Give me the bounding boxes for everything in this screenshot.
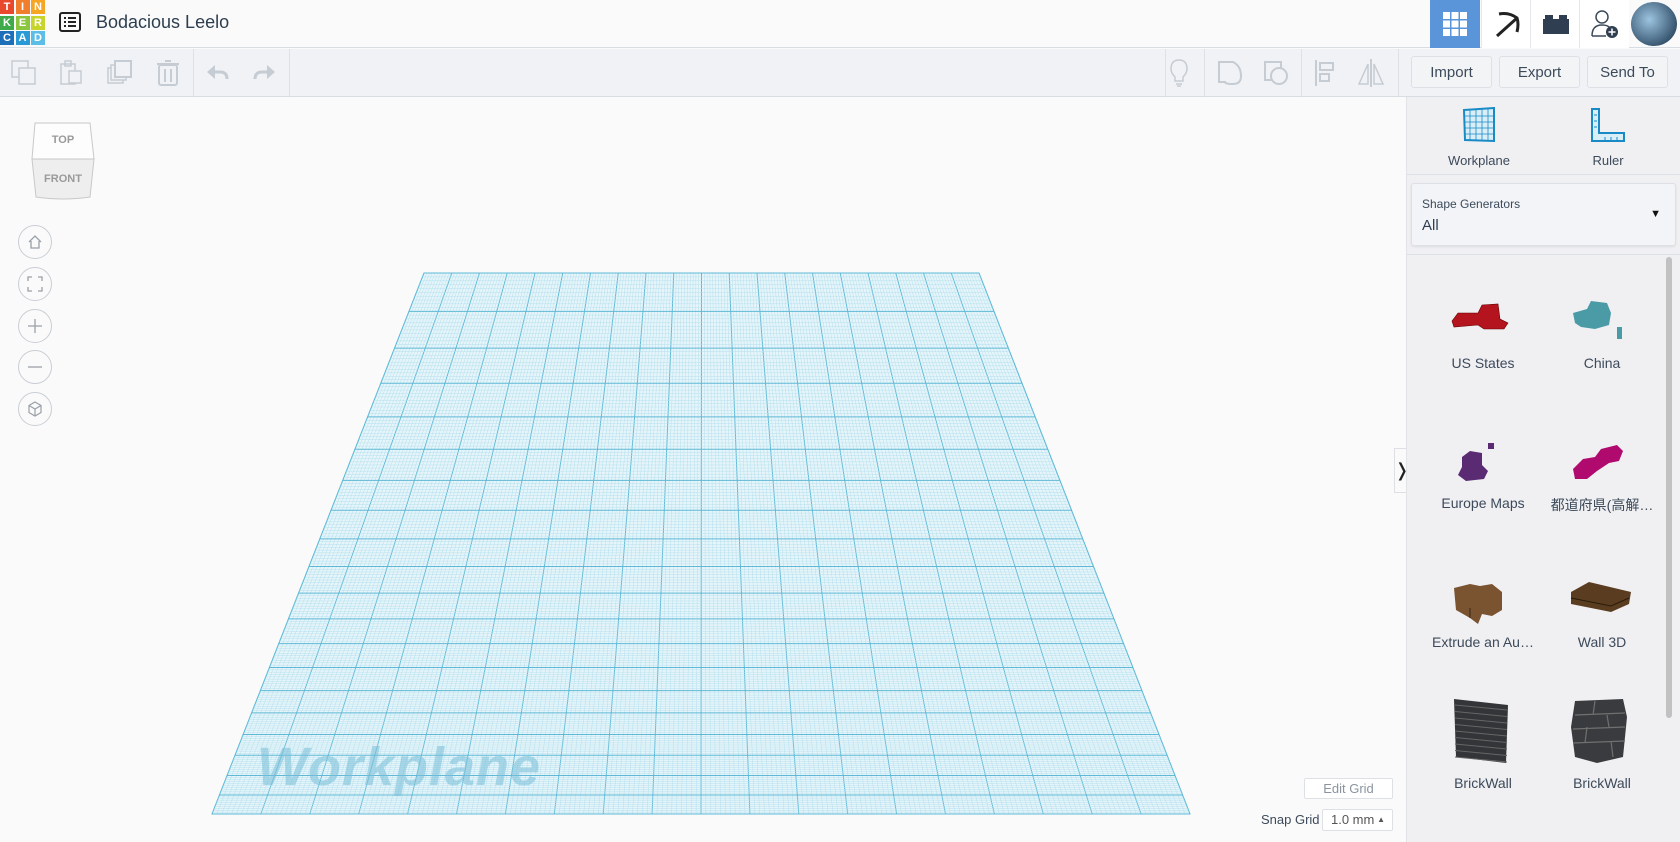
shape-label: China: [1583, 355, 1621, 371]
shape-category-select[interactable]: Shape Generators All ▼: [1411, 183, 1676, 246]
pickaxe-icon: [1495, 12, 1519, 38]
category-label: Shape Generators: [1422, 197, 1521, 211]
caret-down-icon: ▼: [1650, 208, 1661, 220]
shape-item[interactable]: 都道府県(高解…: [1547, 439, 1657, 515]
workplane-label: Workplane: [1448, 153, 1510, 168]
snap-grid-label: Snap Grid: [1261, 812, 1320, 827]
shape-thumbnail: [1570, 582, 1631, 612]
divider: [1407, 254, 1680, 255]
snap-grid-value: 1.0 mm: [1331, 812, 1375, 827]
shape-item[interactable]: China: [1547, 299, 1657, 371]
ruler-icon: [1591, 108, 1625, 142]
shape-thumbnail: [1573, 445, 1623, 479]
brick-icon: [1542, 15, 1569, 34]
minecraft-view-button[interactable]: [1481, 0, 1531, 48]
scrollbar-thumb[interactable]: [1666, 257, 1672, 718]
send-to-button[interactable]: Send To: [1587, 56, 1668, 88]
shape-thumbnail: [1458, 443, 1494, 481]
shape-thumbnail: [1454, 584, 1502, 624]
workplane-icon: [1462, 106, 1495, 143]
shape-label: BrickWall: [1573, 775, 1631, 791]
shape-label: US States: [1451, 355, 1515, 371]
workplane-tool[interactable]: Workplane: [1429, 106, 1529, 168]
ruler-label: Ruler: [1592, 153, 1624, 168]
export-button[interactable]: Export: [1499, 56, 1580, 88]
user-avatar[interactable]: [1631, 2, 1677, 46]
category-value: All: [1422, 217, 1439, 234]
shape-thumbnail: [1454, 699, 1508, 763]
ruler-tool[interactable]: Ruler: [1558, 107, 1658, 168]
workplane-grid[interactable]: [0, 0, 1400, 842]
shapes-panel: Workplane Ruler Shape Generators All ▼ U…: [1406, 97, 1680, 842]
shape-thumbnail: [1571, 699, 1627, 763]
shape-item[interactable]: US States: [1428, 299, 1538, 371]
shape-item[interactable]: Europe Maps: [1428, 439, 1538, 511]
invite-user-button[interactable]: [1579, 0, 1629, 48]
workplane-watermark: Workplane: [257, 737, 542, 797]
caret-up-icon: ▲: [1377, 815, 1385, 824]
snap-grid-select[interactable]: 1.0 mm ▲: [1322, 809, 1393, 831]
shape-label: Europe Maps: [1441, 495, 1525, 511]
shape-label: Wall 3D: [1577, 634, 1627, 650]
shape-thumbnail: [1573, 301, 1622, 339]
import-button[interactable]: Import: [1411, 56, 1492, 88]
shape-item[interactable]: BrickWall: [1428, 697, 1538, 791]
3d-design-view-button[interactable]: [1430, 0, 1480, 48]
shape-item[interactable]: BrickWall: [1547, 697, 1657, 791]
edit-grid-button[interactable]: Edit Grid: [1304, 778, 1393, 799]
shape-thumbnail: [1451, 303, 1509, 330]
shape-label: Extrude an Au…: [1432, 634, 1534, 650]
shape-item[interactable]: Extrude an Au…: [1428, 578, 1538, 650]
add-user-icon: [1590, 10, 1618, 38]
shape-label: 都道府県(高解…: [1550, 497, 1654, 513]
shape-label: BrickWall: [1454, 775, 1512, 791]
shape-item[interactable]: Wall 3D: [1547, 578, 1657, 650]
grid-icon: [1443, 12, 1467, 36]
lego-view-button[interactable]: [1530, 0, 1580, 48]
